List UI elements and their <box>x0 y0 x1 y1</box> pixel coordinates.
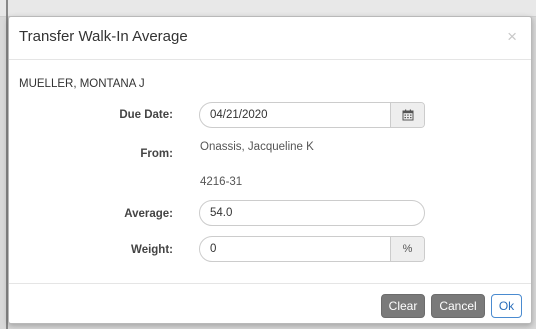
dialog-footer: Clear Cancel Ok <box>9 283 531 326</box>
weight-input[interactable]: 0 % <box>199 236 425 262</box>
background-strip <box>0 0 536 17</box>
average-input[interactable]: 54.0 <box>199 200 425 226</box>
dialog-header: Transfer Walk-In Average × <box>9 17 531 60</box>
from-teacher: Onassis, Jacqueline K <box>200 141 314 153</box>
due-date-label: Due Date: <box>119 109 173 121</box>
weight-label: Weight: <box>131 244 173 256</box>
cancel-button[interactable]: Cancel <box>431 294 485 318</box>
student-name: MUELLER, MONTANA J <box>19 78 145 90</box>
transfer-walk-in-average-dialog: Transfer Walk-In Average × MUELLER, MONT… <box>8 16 532 324</box>
ok-button[interactable]: Ok <box>491 294 522 318</box>
due-date-value[interactable]: 04/21/2020 <box>200 109 390 121</box>
close-icon[interactable]: × <box>507 28 517 45</box>
average-label: Average: <box>124 208 173 220</box>
percent-addon: % <box>390 237 424 261</box>
weight-value[interactable]: 0 <box>200 243 390 255</box>
due-date-field[interactable]: 04/21/2020 <box>199 102 425 128</box>
clear-button[interactable]: Clear <box>381 294 425 318</box>
dialog-title: Transfer Walk-In Average <box>19 28 188 45</box>
from-label: From: <box>140 148 173 160</box>
from-course: 4216-31 <box>200 176 243 188</box>
average-value[interactable]: 54.0 <box>200 207 424 219</box>
calendar-icon[interactable] <box>390 103 424 127</box>
